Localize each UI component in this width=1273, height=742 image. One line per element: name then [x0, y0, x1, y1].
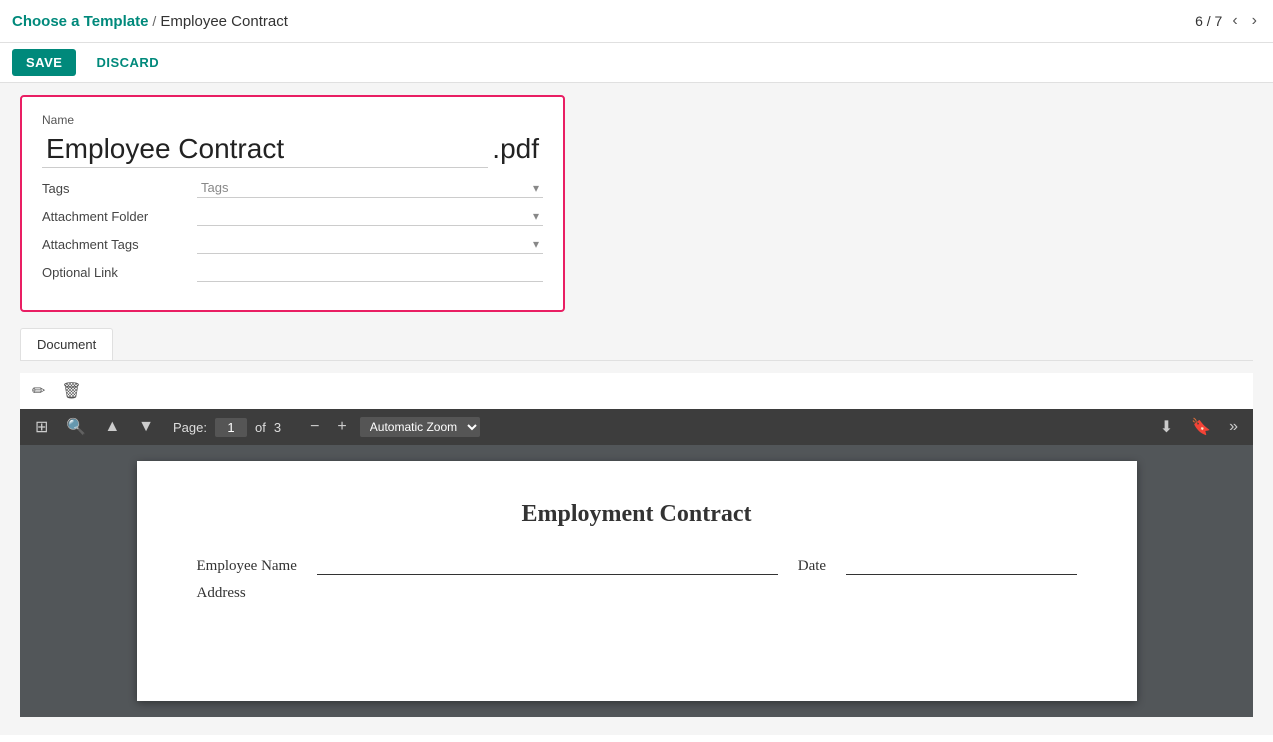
pdf-address-label: Address	[197, 585, 246, 602]
pdf-field-row-address: Address	[197, 585, 1077, 602]
attachment-tags-label: Attachment Tags	[42, 237, 197, 252]
pdf-prev-page-button[interactable]: ▲	[99, 416, 125, 438]
pdf-date-line	[846, 574, 1076, 575]
top-nav-bar: Choose a Template / Employee Contract 6 …	[0, 0, 1273, 43]
attachment-tags-select[interactable]	[197, 234, 543, 253]
pagination-display: 6 / 7	[1195, 13, 1222, 29]
pdf-more-button[interactable]: »	[1224, 416, 1243, 438]
attachment-folder-label: Attachment Folder	[42, 209, 197, 224]
pdf-page: Employment Contract Employee Name Date A…	[137, 461, 1137, 701]
attachment-tags-row: Attachment Tags ▾	[42, 234, 543, 254]
pdf-bookmark-button[interactable]: 🔖	[1186, 415, 1216, 439]
action-bar: SAVE DISCARD	[0, 43, 1273, 83]
pagination-prev-button[interactable]: ‹	[1228, 8, 1241, 34]
pdf-zoom-out-button[interactable]: −	[305, 416, 324, 438]
form-card: Name .pdf Tags Tags ▾ Attachment Folder	[20, 95, 565, 312]
breadcrumb: Choose a Template / Employee Contract	[12, 13, 288, 30]
pdf-of-label: of	[255, 420, 266, 435]
optional-link-input[interactable]	[197, 262, 543, 282]
trash-icon: 🗑	[61, 381, 81, 401]
pagination-next-button[interactable]: ›	[1248, 8, 1261, 34]
pdf-download-button[interactable]: ⬇	[1155, 415, 1178, 439]
attachment-folder-select-wrapper: ▾	[197, 206, 543, 226]
download-icon: ⬇	[1160, 417, 1173, 437]
pdf-sidebar-toggle-button[interactable]: ⊞	[30, 415, 53, 439]
attachment-tags-select-wrapper: ▾	[197, 234, 543, 254]
document-tabs: Document	[20, 328, 1253, 361]
pdf-page-label: Page:	[173, 420, 207, 435]
more-icon: »	[1229, 418, 1238, 436]
prev-page-icon: ▲	[104, 418, 120, 436]
discard-button[interactable]: DISCARD	[84, 49, 171, 76]
sidebar-toggle-icon: ⊞	[35, 417, 48, 437]
breadcrumb-current: Employee Contract	[160, 13, 288, 30]
delete-icon-button[interactable]: 🗑	[57, 379, 85, 403]
pdf-employee-name-line	[317, 574, 778, 575]
meta-fields: Tags Tags ▾ Attachment Folder ▾	[42, 178, 543, 282]
document-viewer: ✏ 🗑 ⊞ 🔍 ▲ ▼ Page: of 3 −	[20, 373, 1253, 717]
pdf-zoom-select[interactable]: Automatic Zoom 50% 75% 100% 125% 150%	[360, 417, 480, 437]
next-page-icon: ▼	[138, 418, 154, 436]
pdf-next-page-button[interactable]: ▼	[133, 416, 159, 438]
pdf-field-row-employee-name: Employee Name Date	[197, 558, 1077, 575]
pagination: 6 / 7 ‹ ›	[1195, 8, 1261, 34]
pdf-search-button[interactable]: 🔍	[61, 415, 91, 439]
name-extension: .pdf	[488, 131, 543, 167]
main-content: Name .pdf Tags Tags ▾ Attachment Folder	[0, 83, 1273, 735]
tags-label: Tags	[42, 181, 197, 196]
pdf-page-total: 3	[274, 420, 281, 435]
tags-select-wrapper: Tags ▾	[197, 178, 543, 198]
tab-document[interactable]: Document	[20, 328, 113, 360]
attachment-folder-select[interactable]	[197, 206, 543, 225]
doc-toolbar-row: ✏ 🗑	[20, 373, 1253, 409]
breadcrumb-separator: /	[152, 13, 156, 29]
edit-icon-button[interactable]: ✏	[28, 379, 49, 403]
tags-row: Tags Tags ▾	[42, 178, 543, 198]
optional-link-row: Optional Link	[42, 262, 543, 282]
pencil-icon: ✏	[32, 381, 45, 401]
attachment-folder-row: Attachment Folder ▾	[42, 206, 543, 226]
pdf-employee-name-label: Employee Name	[197, 558, 297, 575]
save-button[interactable]: SAVE	[12, 49, 76, 76]
name-row: .pdf	[42, 131, 543, 168]
zoom-in-icon: +	[337, 418, 346, 436]
name-input[interactable]	[42, 131, 488, 168]
pdf-content-area: Employment Contract Employee Name Date A…	[20, 445, 1253, 717]
pdf-zoom-in-button[interactable]: +	[332, 416, 351, 438]
pdf-toolbar: ⊞ 🔍 ▲ ▼ Page: of 3 − + Automatic Zoom	[20, 409, 1253, 445]
zoom-out-icon: −	[310, 418, 319, 436]
pdf-document-title: Employment Contract	[197, 501, 1077, 528]
pdf-page-input[interactable]	[215, 418, 247, 437]
optional-link-label: Optional Link	[42, 265, 197, 280]
search-icon: 🔍	[66, 417, 86, 437]
name-label: Name	[42, 113, 543, 127]
bookmark-icon: 🔖	[1191, 417, 1211, 437]
breadcrumb-link[interactable]: Choose a Template	[12, 13, 148, 30]
pdf-date-label: Date	[798, 558, 826, 575]
tags-select[interactable]: Tags	[197, 178, 543, 197]
